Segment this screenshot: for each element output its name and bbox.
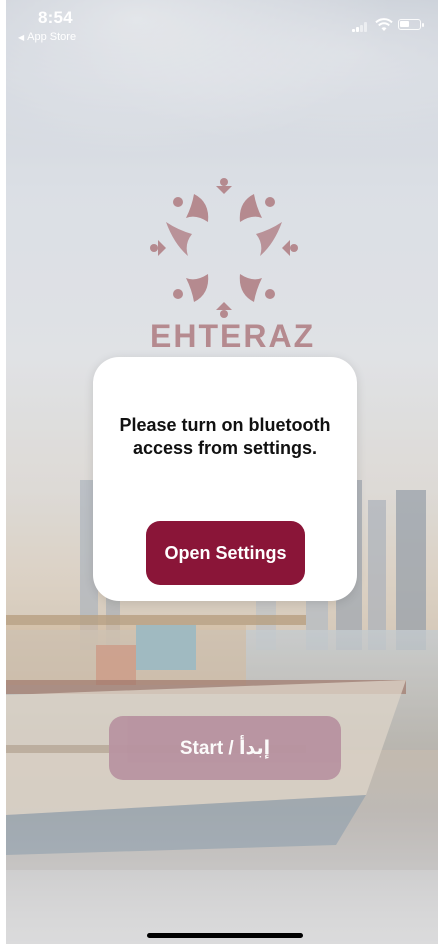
back-arrow-icon: ◀ [18,33,25,42]
brand-name: EHTERAZ [150,318,316,354]
ehteraz-logo-icon [150,178,298,318]
status-bar: 8:54 ◀ App Store [0,0,441,48]
home-indicator[interactable] [147,933,303,938]
back-to-app-link[interactable]: ◀ App Store [18,31,76,43]
screen: 8:54 ◀ App Store EHTERAZ Start / إبدأ Pl… [0,0,441,944]
back-app-label: App Store [27,31,77,43]
battery-icon [398,19,424,30]
start-button[interactable]: Start / إبدأ [109,716,341,780]
wifi-icon [375,18,393,31]
alert-message: Please turn on bluetooth access from set… [119,415,331,458]
status-time: 8:54 [38,8,73,27]
open-settings-button[interactable]: Open Settings [146,521,305,585]
bluetooth-alert-dialog: Please turn on bluetooth access from set… [93,357,357,601]
cellular-signal-icon [352,22,368,32]
